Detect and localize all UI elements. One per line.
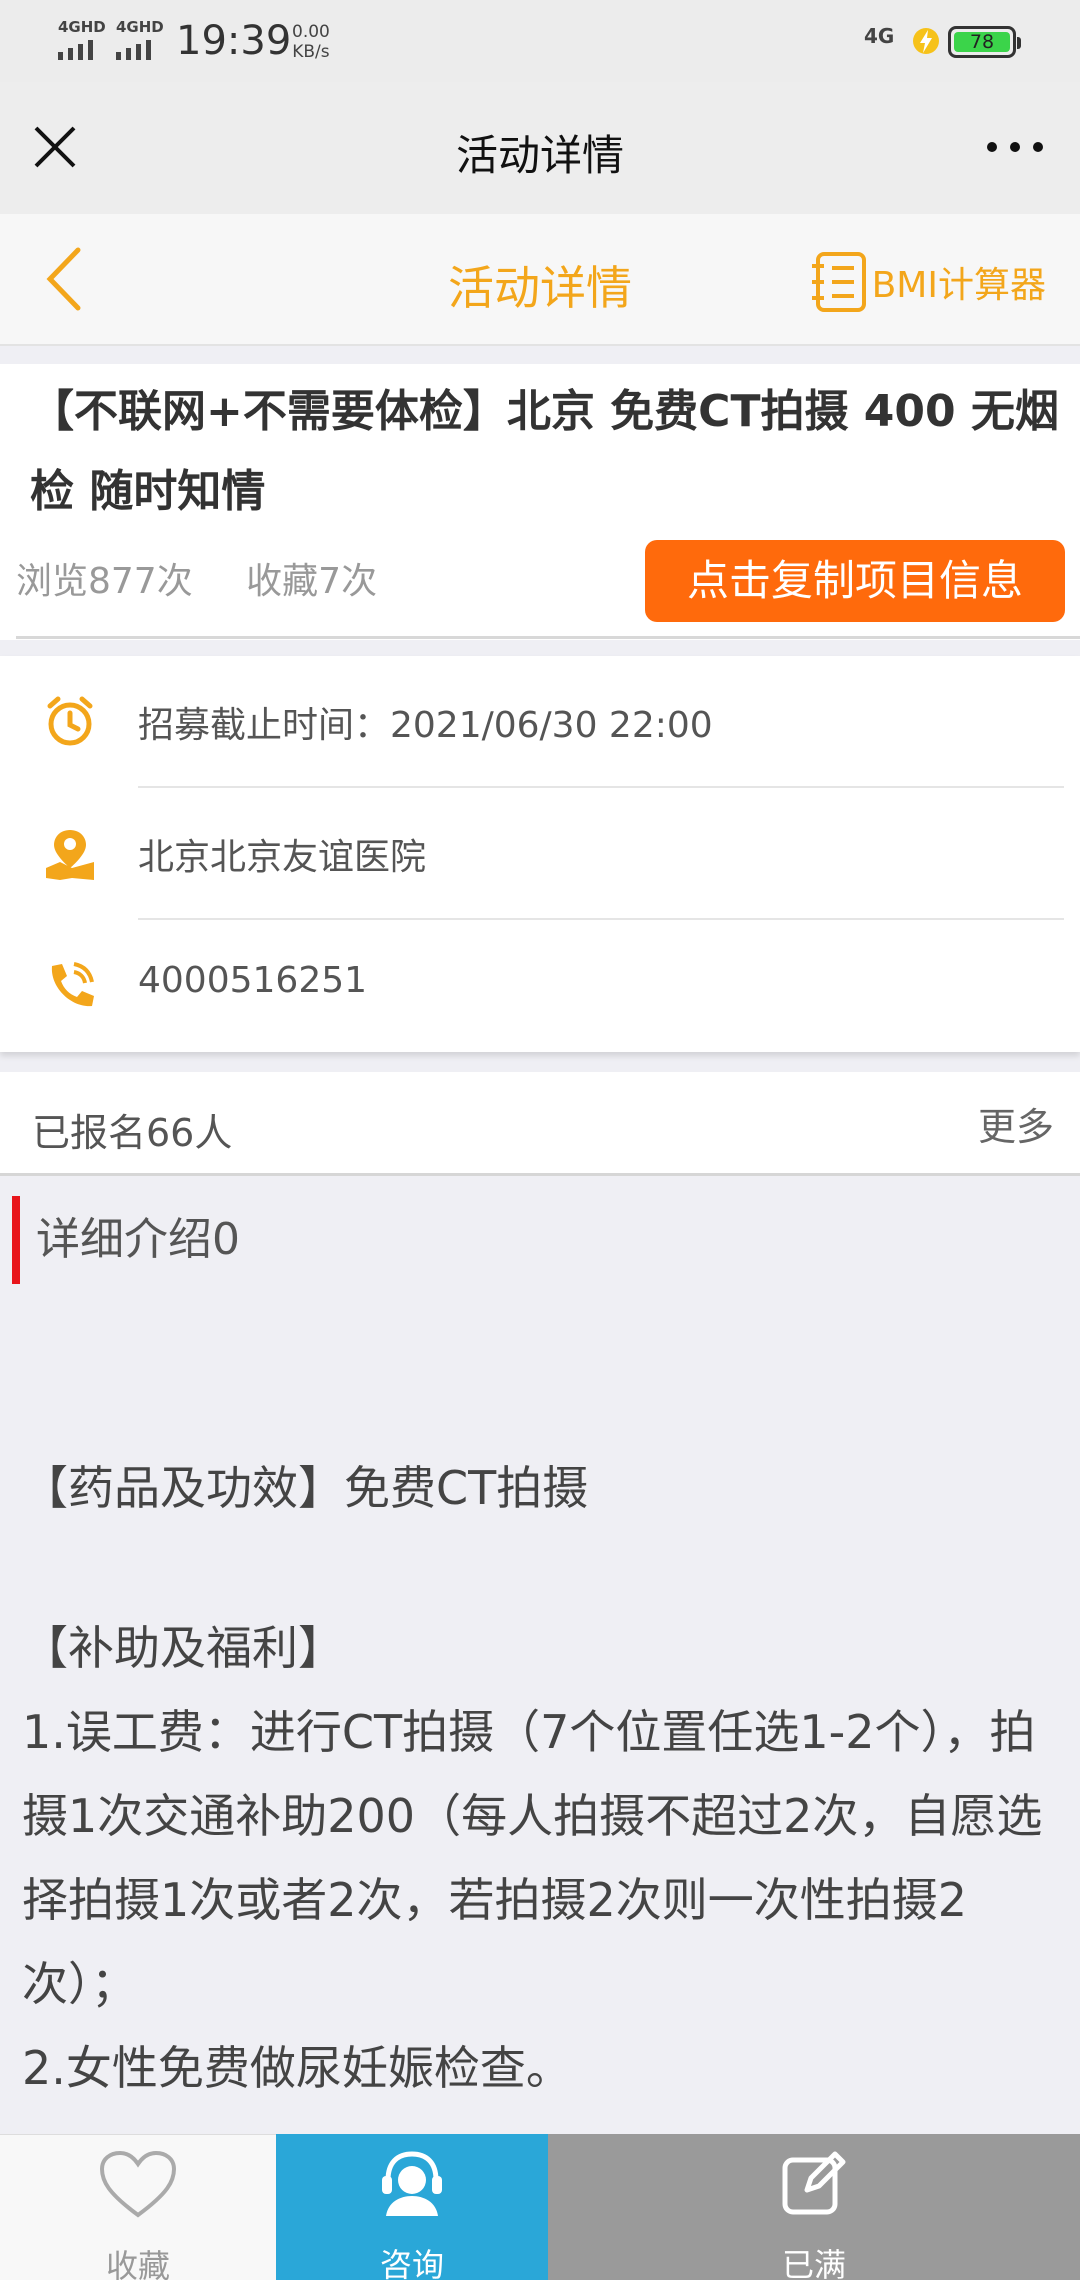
deadline-row: 招募截止时间：2021/06/30 22:00 — [0, 656, 1080, 788]
signal-bars-icon — [116, 40, 164, 60]
location-row[interactable]: 北京北京友谊医院 — [0, 788, 1080, 920]
favorite-label: 收藏 — [105, 2247, 170, 2280]
wechat-title-bar: 活动详情 — [0, 82, 1080, 214]
charging-bolt-icon — [913, 28, 939, 54]
subsidy-heading: 【补助及福利】 — [22, 1621, 344, 1675]
signal-bars-icon — [58, 40, 106, 60]
full-tab[interactable]: 已满 — [548, 2134, 1080, 2280]
sim2-signal: 4GHD — [116, 18, 164, 60]
phone-row[interactable]: 4000516251 — [0, 920, 1080, 1052]
sim1-signal: 4GHD — [58, 18, 106, 60]
project-stats: 浏览877次 收藏7次 — [16, 552, 419, 604]
deadline-text: 招募截止时间：2021/06/30 22:00 — [138, 705, 713, 746]
drug-info: 【药品及功效】免费CT拍摄 — [22, 1461, 589, 1515]
clock: 19:39 — [176, 18, 292, 64]
bottom-action-bar: 收藏 咨询 已满 — [0, 2134, 1080, 2280]
signup-bar: 已报名66人 更多 — [0, 1072, 1080, 1176]
subsidy-item-2: 2.女性免费做尿妊娠检查。 — [22, 2041, 572, 2095]
alarm-clock-icon — [47, 696, 93, 746]
consult-label: 咨询 — [379, 2246, 444, 2280]
notebook-list-icon — [811, 252, 866, 312]
details-heading: 详细介绍0 — [12, 1196, 240, 1284]
sim2-label: 4GHD — [116, 18, 164, 36]
battery-level: 78 — [954, 32, 1010, 52]
phone-text: 4000516251 — [138, 960, 368, 1001]
status-bar: 4GHD 4GHD 19:39 0.00 KB/s 4G 78 — [0, 0, 1080, 82]
sim1-label: 4GHD — [58, 18, 106, 36]
bmi-calculator-button[interactable]: BMI计算器 — [810, 250, 1046, 314]
map-location-icon — [46, 830, 94, 880]
consult-tab[interactable]: 咨询 — [276, 2134, 548, 2280]
app-header: 活动详情 BMI计算器 — [0, 214, 1080, 346]
speed-value: 0.00 — [292, 22, 330, 42]
heart-icon — [99, 2150, 177, 2218]
project-title-card: 【不联网+不需要体检】北京 免费CT拍摄 400 无烟检 随时知情 浏览877次… — [0, 364, 1080, 640]
location-text: 北京北京友谊医院 — [138, 837, 427, 878]
phone-icon — [51, 962, 94, 1007]
favorite-count: 收藏7次 — [246, 561, 378, 602]
project-title: 【不联网+不需要体检】北京 免费CT拍摄 400 无烟检 随时知情 — [30, 386, 1059, 517]
wechat-page-title: 活动详情 — [455, 131, 624, 180]
details-body: 【药品及功效】免费CT拍摄 【补助及福利】 1.误工费：进行CT拍摄（7个位置任… — [22, 1446, 1062, 2110]
full-label: 已满 — [781, 2246, 846, 2280]
favorite-tab[interactable]: 收藏 — [0, 2134, 276, 2280]
bmi-label: BMI计算器 — [871, 265, 1046, 306]
view-count: 浏览877次 — [16, 561, 193, 602]
divider — [16, 636, 1080, 639]
network-type: 4G — [864, 24, 895, 48]
subsidy-item-1: 1.误工费：进行CT拍摄（7个位置任选1-2个），拍摄1次交通补助200（每人拍… — [22, 1705, 1043, 2011]
edit-icon — [782, 2151, 846, 2215]
copy-project-info-button[interactable]: 点击复制项目信息 — [645, 540, 1065, 622]
battery-icon: 78 — [948, 26, 1021, 58]
signup-count: 已报名66人 — [32, 1111, 233, 1155]
network-speed: 0.00 KB/s — [292, 22, 330, 62]
customer-service-icon — [382, 2151, 442, 2216]
info-card: 招募截止时间：2021/06/30 22:00 北京北京友谊医院 4000516… — [0, 656, 1080, 1052]
more-link[interactable]: 更多 — [978, 1096, 1054, 1151]
speed-unit: KB/s — [292, 42, 330, 62]
details-section: 详细介绍0 【药品及功效】免费CT拍摄 【补助及福利】 1.误工费：进行CT拍摄… — [0, 1176, 1080, 2136]
more-options-icon[interactable] — [980, 122, 1050, 172]
